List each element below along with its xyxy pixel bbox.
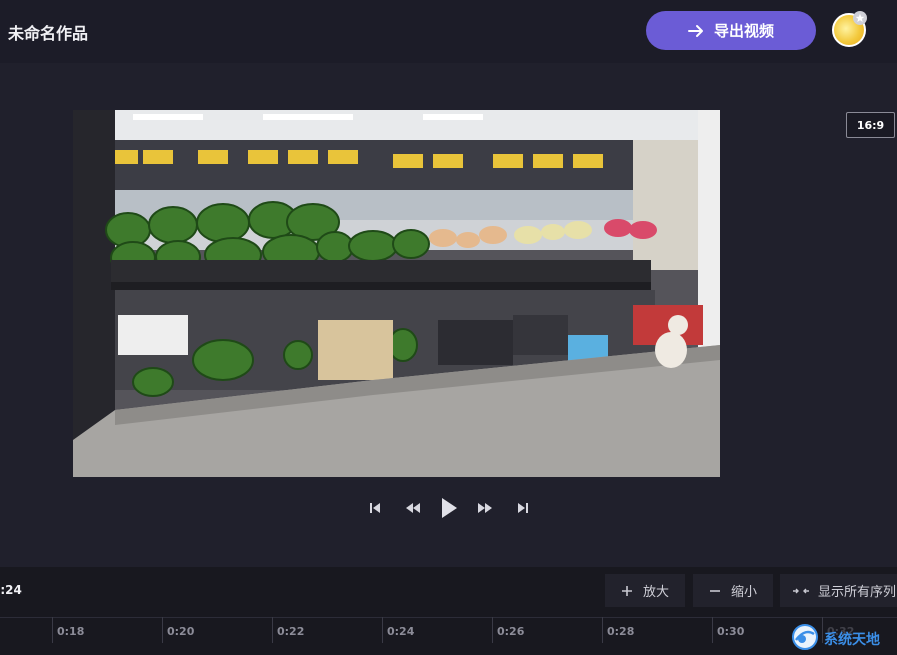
ruler-tick	[272, 617, 273, 643]
ruler-tick	[52, 617, 53, 643]
star-icon	[853, 11, 867, 25]
zoom-out-label: 缩小	[730, 585, 757, 600]
zoom-in-label: 放大	[642, 585, 669, 600]
skip-to-end-icon[interactable]	[511, 496, 535, 520]
rewind-icon[interactable]	[401, 496, 425, 520]
skip-to-start-icon[interactable]	[363, 496, 387, 520]
ruler-tick-label: 0:20	[167, 625, 195, 638]
plus-icon	[621, 585, 633, 597]
show-all-sequences-label: 显示所有序列	[818, 585, 897, 600]
watermark: 系统天地	[790, 622, 897, 655]
ruler-tick-label: 0:18	[57, 625, 85, 638]
current-time: 0:24	[0, 583, 22, 597]
zoom-out-button[interactable]: 缩小	[693, 574, 773, 607]
watermark-logo-icon	[790, 622, 820, 655]
video-preview[interactable]	[73, 110, 720, 477]
ruler-tick	[382, 617, 383, 643]
zoom-in-button[interactable]: 放大	[605, 574, 685, 607]
ruler-tick-label: 0:22	[277, 625, 305, 638]
timeline-ruler[interactable]	[0, 617, 897, 655]
ruler-tick	[602, 617, 603, 643]
ruler-tick	[712, 617, 713, 643]
play-icon[interactable]	[437, 496, 461, 520]
arrow-right-icon	[687, 24, 704, 38]
export-video-button[interactable]: 导出视频	[646, 11, 816, 50]
project-title[interactable]: 未命名作品	[8, 20, 88, 44]
fast-forward-icon[interactable]	[473, 496, 497, 520]
ruler-tick	[492, 617, 493, 643]
show-all-sequences-button[interactable]: 显示所有序列	[780, 574, 897, 607]
fit-icon	[792, 585, 810, 597]
ruler-tick-label: 0:24	[387, 625, 415, 638]
ruler-tick-label: 0:26	[497, 625, 525, 638]
watermark-text: 系统天地	[824, 631, 880, 648]
playback-controls	[0, 494, 897, 522]
ruler-tick	[162, 617, 163, 643]
aspect-ratio-button[interactable]: 16:9	[846, 112, 895, 138]
ruler-tick-label: 0:28	[607, 625, 635, 638]
ruler-tick-label: 0:30	[717, 625, 745, 638]
export-video-label: 导出视频	[713, 22, 774, 40]
minus-icon	[709, 585, 721, 597]
